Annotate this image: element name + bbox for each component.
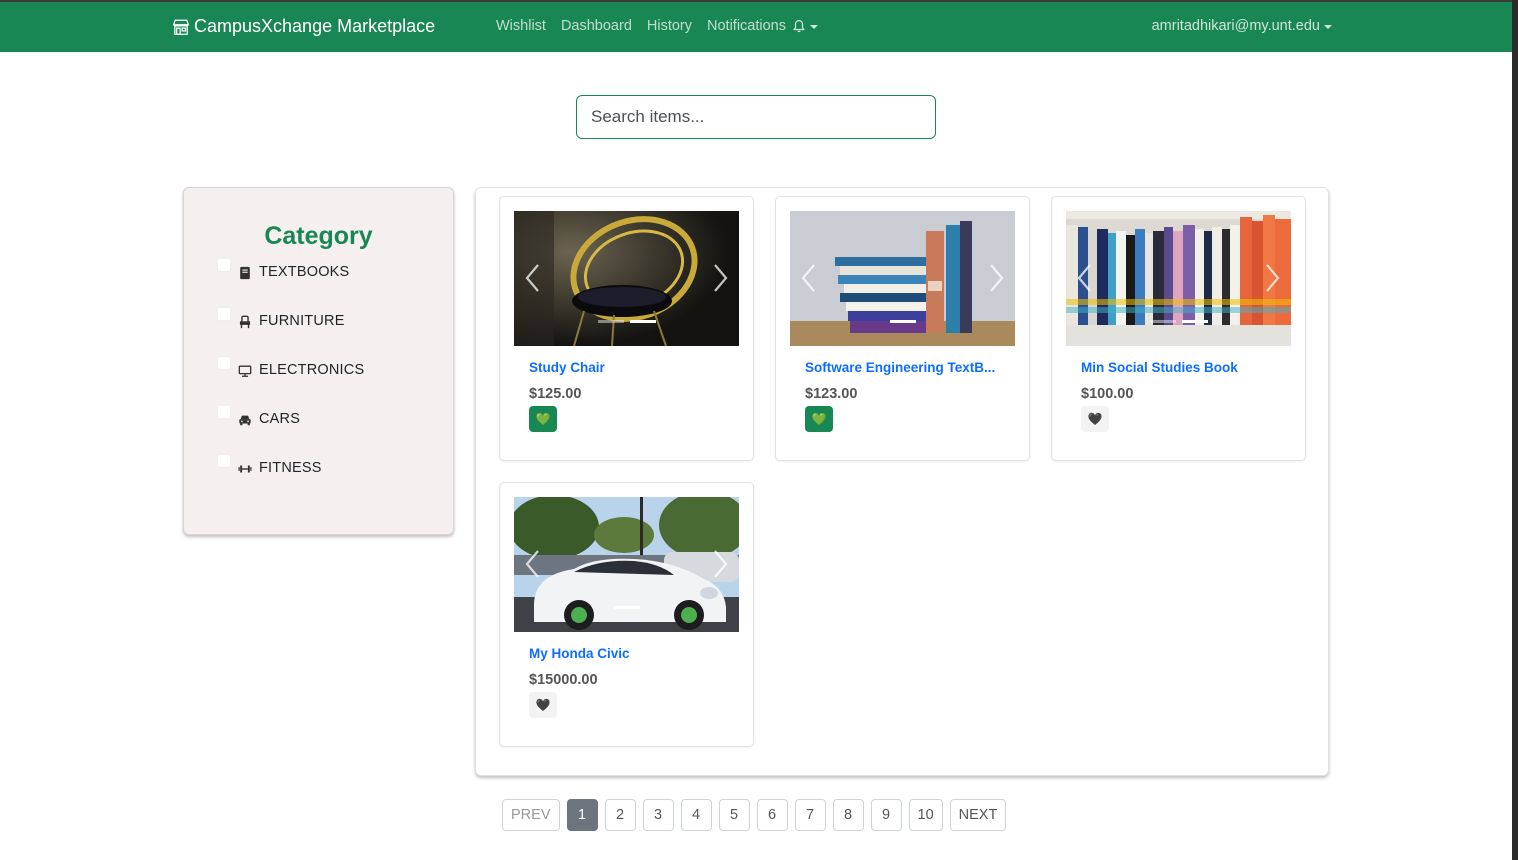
pagination-prev-button[interactable]: PREV (502, 799, 560, 831)
electronics-checkbox[interactable] (217, 356, 231, 370)
brand-link[interactable]: CampusXchange Marketplace (172, 16, 435, 37)
carousel-indicator[interactable] (597, 320, 624, 323)
product-title[interactable]: Study Chair (529, 360, 729, 375)
page-button-1[interactable]: 1 (566, 799, 598, 831)
category-sidebar: Category TEXTBOOKS FURNITURE ELECTRONICS (183, 187, 454, 535)
cars-checkbox[interactable] (217, 405, 231, 419)
carousel-indicator[interactable] (613, 606, 640, 609)
page-button-7[interactable]: 7 (794, 799, 826, 831)
bookshelf-photo (1066, 211, 1291, 346)
car-icon (239, 415, 251, 426)
product-price: $125.00 (529, 386, 582, 402)
carousel-prev-icon[interactable] (800, 263, 818, 293)
user-email: amritadhikari@my.unt.edu (1151, 18, 1320, 34)
product-title[interactable]: Software Engineering TextB... (805, 360, 1005, 375)
nav-notifications-dropdown[interactable]: Notifications (707, 18, 818, 34)
page-button-4[interactable]: 4 (680, 799, 712, 831)
page-button-5[interactable]: 5 (718, 799, 750, 831)
wishlist-toggle-button[interactable]: 💚 (529, 406, 557, 432)
carousel-indicators (1066, 320, 1291, 323)
product-price: $100.00 (1081, 386, 1134, 402)
carousel-indicator[interactable] (1181, 320, 1208, 323)
navbar: CampusXchange Marketplace Wishlist Dashb… (0, 2, 1512, 52)
product-image-carousel[interactable] (1066, 211, 1291, 346)
carousel-indicators (514, 606, 739, 609)
product-image-carousel[interactable] (514, 497, 739, 632)
page-button-3[interactable]: 3 (642, 799, 674, 831)
carousel-next-icon[interactable] (711, 263, 729, 293)
carousel-next-icon[interactable] (711, 549, 729, 579)
books-stack-photo (790, 211, 1015, 346)
carousel-indicators (514, 320, 739, 323)
chevron-down-icon (810, 24, 818, 29)
wishlist-toggle-button[interactable]: 🖤 (529, 692, 557, 718)
carousel-indicator[interactable] (889, 320, 916, 323)
store-icon (172, 19, 190, 35)
black-heart-icon: 🖤 (1087, 412, 1103, 426)
window-right-edge (1512, 0, 1518, 860)
monitor-icon (238, 365, 252, 377)
textbooks-checkbox[interactable] (217, 258, 231, 272)
category-item-fitness: FITNESS (217, 454, 322, 476)
nav-dashboard[interactable]: Dashboard (561, 18, 632, 34)
bell-icon (793, 19, 805, 33)
chevron-down-icon (1324, 24, 1332, 29)
page-button-9[interactable]: 9 (870, 799, 902, 831)
carousel-indicators (790, 320, 1015, 323)
brand-name: CampusXchange Marketplace (194, 16, 436, 36)
pagination: PREV 1 2 3 4 5 6 7 8 9 10 NEXT (502, 799, 1013, 831)
carousel-next-icon[interactable] (987, 263, 1005, 293)
nav-history[interactable]: History (647, 18, 692, 34)
carousel-indicator[interactable] (1149, 320, 1176, 323)
product-title[interactable]: Min Social Studies Book (1081, 360, 1281, 375)
category-title: Category (264, 222, 373, 250)
page-button-2[interactable]: 2 (604, 799, 636, 831)
nav-wishlist[interactable]: Wishlist (496, 18, 546, 34)
green-heart-icon: 💚 (535, 412, 551, 426)
carousel-indicator[interactable] (629, 320, 656, 323)
product-card: My Honda Civic $15000.00 🖤 (499, 482, 754, 747)
car-photo (514, 497, 739, 632)
product-grid: Study Chair $125.00 💚 Software Engineeri… (475, 187, 1329, 776)
category-label: FURNITURE (259, 313, 345, 329)
product-title[interactable]: My Honda Civic (529, 646, 729, 661)
category-label: TEXTBOOKS (259, 264, 350, 280)
nav-links: Wishlist Dashboard History Notifications (496, 18, 833, 34)
product-card: Study Chair $125.00 💚 (499, 196, 754, 461)
product-price: $123.00 (805, 386, 858, 402)
wishlist-toggle-button[interactable]: 💚 (805, 406, 833, 432)
nav-notifications-label: Notifications (707, 18, 786, 34)
pagination-next-button[interactable]: NEXT (949, 799, 1007, 831)
category-item-textbooks: TEXTBOOKS (217, 258, 350, 280)
book-icon (240, 266, 250, 280)
category-item-cars: CARS (217, 405, 301, 427)
search-input[interactable] (576, 95, 936, 139)
product-card: Software Engineering TextB... $123.00 💚 (775, 196, 1030, 461)
product-image-carousel[interactable] (790, 211, 1015, 346)
category-label: CARS (259, 411, 301, 427)
black-heart-icon: 🖤 (535, 698, 551, 712)
carousel-prev-icon[interactable] (1076, 263, 1094, 293)
green-heart-icon: 💚 (811, 412, 827, 426)
product-image-carousel[interactable] (514, 211, 739, 346)
carousel-next-icon[interactable] (1263, 263, 1281, 293)
page-button-8[interactable]: 8 (832, 799, 864, 831)
dumbbell-icon (238, 465, 252, 473)
fitness-checkbox[interactable] (217, 454, 231, 468)
product-card: Min Social Studies Book $100.00 🖤 (1051, 196, 1306, 461)
chair-photo (514, 211, 739, 346)
category-item-furniture: FURNITURE (217, 307, 345, 329)
page-button-10[interactable]: 10 (908, 799, 943, 831)
category-item-electronics: ELECTRONICS (217, 356, 365, 378)
furniture-checkbox[interactable] (217, 307, 231, 321)
wishlist-toggle-button[interactable]: 🖤 (1081, 406, 1109, 432)
user-menu-dropdown[interactable]: amritadhikari@my.unt.edu (1152, 18, 1332, 34)
page-button-6[interactable]: 6 (756, 799, 788, 831)
category-label: ELECTRONICS (259, 362, 365, 378)
carousel-prev-icon[interactable] (524, 549, 542, 579)
chair-icon (239, 315, 251, 329)
product-price: $15000.00 (529, 672, 598, 688)
category-label: FITNESS (259, 460, 322, 476)
carousel-prev-icon[interactable] (524, 263, 542, 293)
